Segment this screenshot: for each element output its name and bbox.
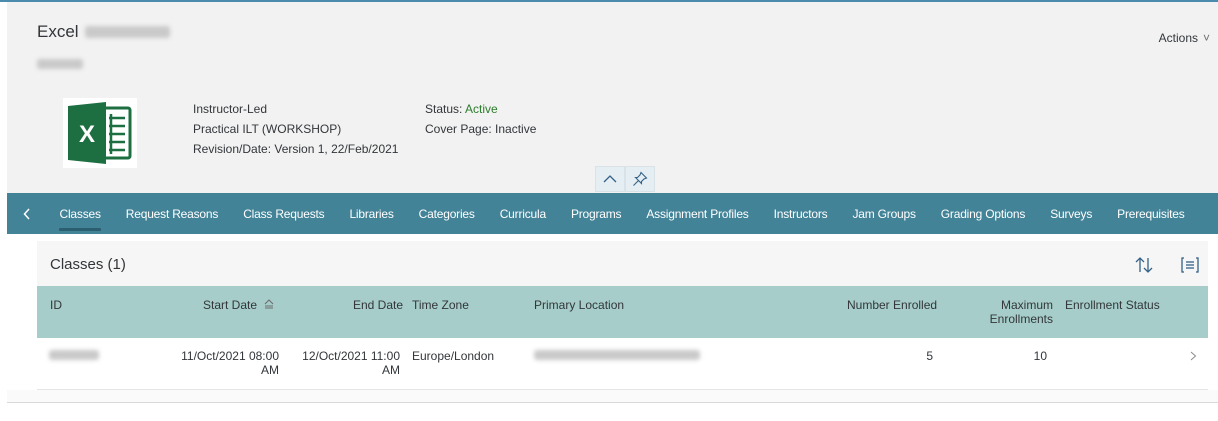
status-value: Active <box>465 102 498 116</box>
end-date-line2: AM <box>382 363 400 377</box>
start-date-line1: 11/Oct/2021 08:00 <box>181 349 279 363</box>
scroll-left-button[interactable] <box>7 193 47 234</box>
tab-assignment-profiles[interactable]: Assignment Profiles <box>634 193 761 234</box>
tab-class-requests[interactable]: Class Requests <box>231 193 337 234</box>
page-footer-area <box>7 390 1218 402</box>
column-header-number-enrolled[interactable]: Number Enrolled <box>847 298 937 312</box>
classes-table-card: Classes (1) ID Start Date End Date Time … <box>37 241 1208 390</box>
row-time-zone: Europe/London <box>412 349 495 363</box>
redacted-title-suffix <box>84 26 170 38</box>
header-toggle-group <box>595 166 655 192</box>
delivery-method: Instructor-Led <box>193 102 268 116</box>
tab-surveys[interactable]: Surveys <box>1038 193 1105 234</box>
start-date-label: Start Date <box>203 298 258 312</box>
table-settings-icon[interactable] <box>1179 254 1201 276</box>
tab-programs[interactable]: Programs <box>558 193 633 234</box>
column-header-maximum-enrollments[interactable]: Maximum Enrollments <box>977 298 1053 326</box>
table-toolbar: Classes (1) <box>37 241 1208 286</box>
excel-logo-icon: X <box>63 98 137 168</box>
start-date-line2: AM <box>261 363 279 377</box>
item-type: Practical ILT (WORKSHOP) <box>193 122 342 136</box>
actions-button[interactable]: Actions ˅ <box>1158 31 1210 45</box>
page-title-text: Excel <box>37 22 79 41</box>
status-line: Status: Active <box>425 99 536 119</box>
actions-label: Actions <box>1158 31 1198 45</box>
row-number-enrolled: 5 <box>926 349 933 363</box>
header-status: Status: Active Cover Page: Inactive <box>425 99 536 139</box>
table-row[interactable]: 11/Oct/2021 08:00 AM 12/Oct/2021 11:00 A… <box>37 338 1208 390</box>
tab-jam-groups[interactable]: Jam Groups <box>840 193 928 234</box>
row-end-date: 12/Oct/2021 11:00 AM <box>287 349 400 377</box>
sort-icon[interactable] <box>1133 254 1155 276</box>
row-max-enrollments: 10 <box>1033 349 1047 363</box>
table-header: ID Start Date End Date Time Zone Primary… <box>37 286 1208 338</box>
column-header-id[interactable]: ID <box>50 298 62 312</box>
column-header-start-date[interactable]: Start Date <box>203 298 275 312</box>
revision-date: Revision/Date: Version 1, 22/Feb/2021 <box>193 142 399 156</box>
row-start-date: 11/Oct/2021 08:00 AM <box>167 349 279 377</box>
page-title: Excel <box>37 22 170 42</box>
end-date-line1: 12/Oct/2021 11:00 <box>302 349 400 363</box>
section-tab-bar: Classes Request Reasons Class Requests L… <box>7 193 1218 234</box>
cover-page: Cover Page: Inactive <box>425 122 537 136</box>
chevron-down-icon: ˅ <box>1202 31 1210 45</box>
tab-instructors[interactable]: Instructors <box>761 193 840 234</box>
max-enrollments-line1: Maximum <box>1000 298 1053 312</box>
redacted-class-id <box>49 350 99 360</box>
tab-curricula[interactable]: Curricula <box>487 193 558 234</box>
tab-categories[interactable]: Categories <box>406 193 487 234</box>
redacted-primary-location <box>534 350 700 360</box>
column-header-time-zone[interactable]: Time Zone <box>412 298 469 312</box>
svg-text:X: X <box>79 121 95 148</box>
pin-header-button[interactable] <box>625 166 655 192</box>
chevron-up-icon <box>603 175 617 183</box>
column-header-enrollment-status[interactable]: Enrollment Status <box>1065 298 1160 312</box>
header-details: Instructor-Led Practical ILT (WORKSHOP) … <box>193 99 398 159</box>
bottom-divider <box>7 402 1218 403</box>
tab-classes[interactable]: Classes <box>47 193 113 234</box>
max-enrollments-line2: Enrollments <box>989 312 1053 326</box>
tab-request-reasons[interactable]: Request Reasons <box>113 193 230 234</box>
sort-ascending-icon <box>265 299 274 309</box>
column-header-end-date[interactable]: End Date <box>353 298 403 312</box>
table-title: Classes (1) <box>50 256 126 273</box>
status-label: Status: <box>425 102 466 116</box>
chevron-right-icon <box>1190 351 1197 361</box>
object-page-header: Excel Actions ˅ X Instructor-Led Practic… <box>7 2 1218 193</box>
column-header-primary-location[interactable]: Primary Location <box>534 298 624 312</box>
tab-prerequisites[interactable]: Prerequisites <box>1105 193 1197 234</box>
redacted-subtitle <box>37 59 83 69</box>
chevron-left-icon <box>23 207 30 220</box>
tab-libraries[interactable]: Libraries <box>337 193 406 234</box>
pin-icon <box>633 171 648 186</box>
tab-grading-options[interactable]: Grading Options <box>928 193 1037 234</box>
collapse-header-button[interactable] <box>595 166 625 192</box>
